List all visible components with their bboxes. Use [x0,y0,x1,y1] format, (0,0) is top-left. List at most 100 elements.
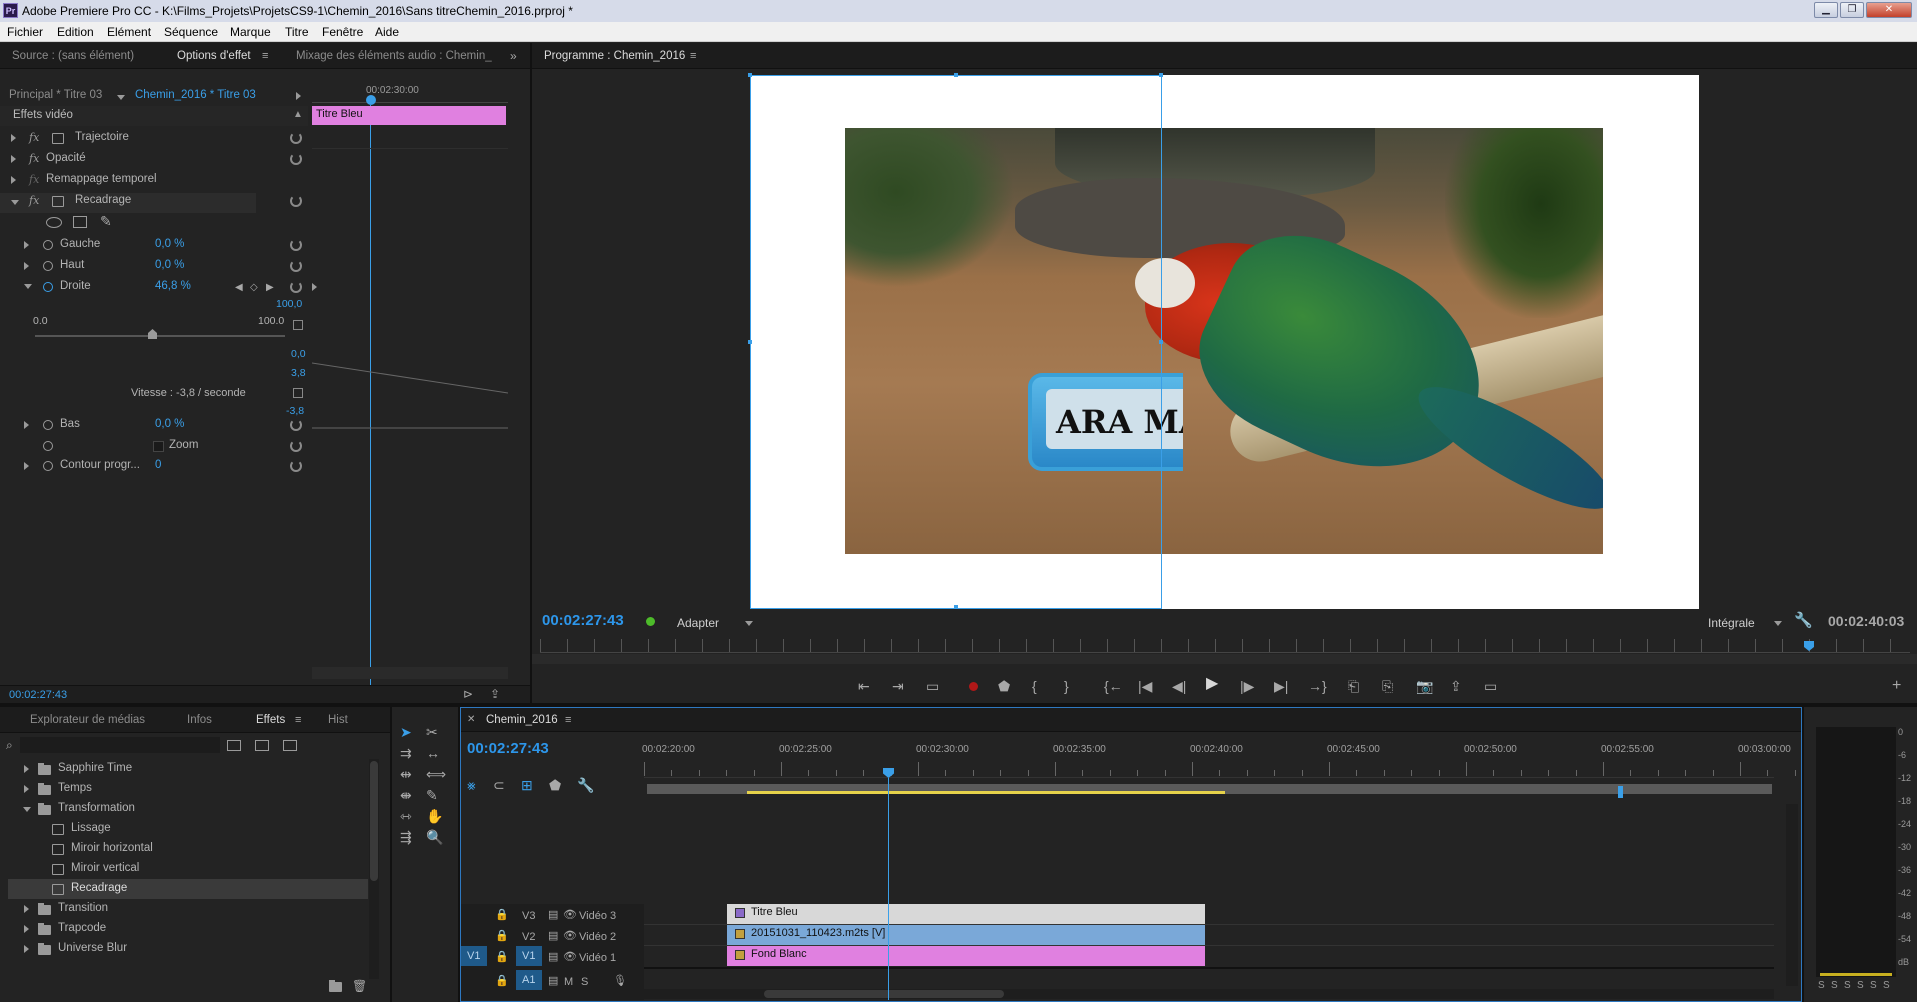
graph-toggle-icon[interactable] [293,388,303,398]
stopwatch-contour-icon[interactable] [43,461,53,471]
quality-dropdown[interactable]: Intégrale [1708,616,1755,630]
collapse-icon[interactable] [23,807,31,812]
work-area-end-handle[interactable] [1618,786,1623,798]
lock-icon[interactable]: 🔒 [495,950,509,964]
keyframe-graph[interactable] [312,323,508,443]
mini-playhead-handle[interactable] [366,95,376,105]
ripple-edit-icon[interactable]: ⇹ [400,767,412,781]
expand-icon[interactable] [24,765,29,773]
menu-element[interactable]: Elément [107,25,151,39]
panel-menu-icon[interactable]: ≡ [690,49,696,63]
mark-out-icon[interactable]: ⇥ [892,679,904,693]
tab-infos[interactable]: Infos [187,714,212,726]
next-keyframe-icon[interactable]: ▶ [266,281,274,295]
tab-media-browser[interactable]: Explorateur de médias [30,714,145,726]
pen-tool-icon[interactable]: ✎ [426,788,438,802]
camera-snapshot-icon[interactable]: 📷 [1416,679,1433,693]
lock-icon[interactable]: 🔒 [495,974,509,988]
track-select-icon[interactable]: ⇉ [400,746,412,760]
program-scrub-ruler[interactable] [540,639,1910,653]
timeline-timecode[interactable]: 00:02:27:43 [467,740,549,757]
meter-solo-button[interactable]: S [1831,980,1838,991]
sync-lock-icon[interactable]: ▤ [548,908,558,922]
32bit-effects-icon[interactable] [255,740,269,751]
step-forward-many-icon[interactable]: ▶| [1274,679,1288,693]
mute-button[interactable]: M [564,976,573,988]
effect-remappage[interactable]: Remappage temporel [46,173,157,193]
track-id-v2[interactable]: V2 [522,931,535,943]
effect-panel-timecode[interactable]: 00:02:27:43 [9,689,67,701]
tree-item-miroir-horizontal[interactable]: Miroir horizontal [8,839,368,859]
record-icon[interactable] [969,682,978,691]
out-point-icon[interactable]: } [1064,679,1069,693]
clip-video-m2ts[interactable]: 20151031_110423.m2ts [V] [727,925,1205,945]
meter-solo-button[interactable]: S [1844,980,1851,991]
filter-icon[interactable]: ⊳ [463,687,473,701]
tab-effect-options[interactable]: Options d'effet [177,50,251,62]
expand-icon[interactable] [24,905,29,913]
reset-trajectoire-icon[interactable] [290,132,302,144]
track-id-v3[interactable]: V3 [522,910,535,922]
crop-handle[interactable] [954,73,958,77]
safe-margins-icon[interactable]: ▭ [926,679,939,693]
stopwatch-haut-icon[interactable] [43,261,53,271]
fx-icon[interactable]: fx [29,152,39,165]
close-sequence-icon[interactable]: ✕ [467,713,475,727]
effect-recadrage[interactable]: Recadrage [75,194,131,214]
crop-transform-icon[interactable] [52,196,64,207]
crop-handle[interactable] [1159,73,1163,77]
effect-opacite[interactable]: Opacité [46,152,86,172]
go-to-out-icon[interactable]: →} [1308,679,1327,693]
tree-item-sapphire-time[interactable]: Sapphire Time [8,759,368,779]
sync-lock-icon[interactable]: ▤ [548,974,558,988]
effects-search-input[interactable] [20,737,220,753]
param-contour-value[interactable]: 0 [155,459,161,479]
rate-stretch-icon[interactable]: ⇿ [400,809,412,823]
timeline-vscroll[interactable] [1786,804,1798,986]
in-point-icon[interactable]: { [1032,679,1037,693]
effect-trajectoire[interactable]: Trajectoire [75,131,129,151]
slip-tool-icon[interactable]: ↔ [426,746,440,760]
tree-item-transition[interactable]: Transition [8,899,368,919]
button-editor-plus-icon[interactable]: + [1892,678,1901,694]
menu-sequence[interactable]: Séquence [164,25,218,39]
prev-keyframe-icon[interactable]: ◀ [235,281,243,295]
expand-remappage-icon[interactable] [11,176,16,184]
timeline-hscroll-thumb[interactable] [764,990,1004,998]
param-droite-value[interactable]: 46,8 % [155,280,191,300]
solo-button[interactable]: S [581,976,588,988]
nest-toggle-icon[interactable]: ⨳ [467,778,476,792]
rectangle-mask-icon[interactable] [73,216,87,228]
tab-sequence[interactable]: Chemin_2016 [486,714,558,726]
fx-icon[interactable]: fx [29,194,39,207]
sync-lock-icon[interactable]: ▤ [548,929,558,943]
program-canvas[interactable]: ARA MA [748,73,1699,609]
pen-mask-icon[interactable]: ✎ [100,214,112,228]
slide-tool-icon[interactable]: ⟺ [426,767,446,781]
mini-clip-titre-bleu[interactable]: Titre Bleu [312,106,506,125]
reset-zoom-icon[interactable] [290,440,302,452]
mark-in-icon[interactable]: ⇤ [858,679,870,693]
voiceover-icon[interactable]: 🎙 [613,974,627,988]
stopwatch-bas-icon[interactable] [43,420,53,430]
rolling-edit-icon[interactable]: ⇼ [400,788,412,802]
reset-bas-icon[interactable] [290,419,302,431]
reset-haut-icon[interactable] [290,260,302,272]
zoom-tool-icon[interactable]: 🔍 [426,830,443,844]
expand-bas-icon[interactable] [24,421,29,429]
extract-icon[interactable]: ⎘ [1382,679,1393,693]
master-dropdown-icon[interactable] [117,95,125,100]
motion-transform-icon[interactable] [52,133,64,144]
tree-item-temps[interactable]: Temps [8,779,368,799]
collapse-droite-icon[interactable] [24,284,32,289]
go-to-in-icon[interactable]: {← [1104,679,1123,693]
play-icon[interactable]: ▶ [1206,676,1218,692]
effects-scrollbar[interactable] [369,759,379,979]
search-icon[interactable]: ⌕ [6,738,13,752]
fx-icon[interactable]: fx [29,131,39,144]
tab-audio-mixer[interactable]: Mixage des éléments audio : Chemin_ [296,50,492,62]
tab-source[interactable]: Source : (sans élément) [12,50,134,62]
eye-icon[interactable]: 👁 [563,950,577,964]
add-marker-icon[interactable]: ⬟ [998,679,1010,693]
crop-handle[interactable] [748,340,752,344]
